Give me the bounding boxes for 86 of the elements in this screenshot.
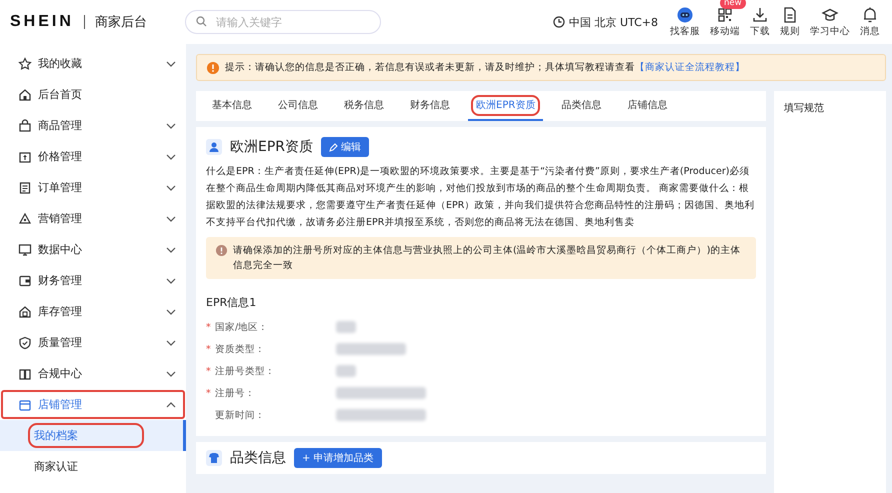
field-label: 注册号：	[215, 388, 256, 398]
required-mark: *	[206, 388, 212, 398]
store-icon	[18, 398, 32, 412]
notice-text: 提示：请确认您的信息是否正确，若信息有误或者未更新，请及时维护；具体填写教程请查看【商家认证全流程教程】	[225, 61, 745, 74]
sidebar-item[interactable]: 订单管理	[0, 172, 186, 203]
sidebar-item[interactable]: 价格管理	[0, 141, 186, 172]
tab[interactable]: 品类信息	[553, 91, 610, 121]
qr-code-icon	[716, 6, 734, 24]
sidebar-item[interactable]: 质量管理	[0, 327, 186, 358]
sidebar-subitem[interactable]: 我的档案	[0, 420, 186, 451]
bell-icon	[861, 6, 879, 24]
chevron-icon	[166, 60, 176, 66]
wallet-icon	[18, 274, 32, 288]
blurred-value	[336, 321, 356, 333]
tab[interactable]: 基本信息	[204, 91, 260, 121]
panel-title: 填写规范	[784, 103, 824, 114]
warning-icon	[207, 62, 219, 74]
bag-icon	[18, 118, 32, 132]
sidebar-item[interactable]: 店铺管理	[0, 389, 186, 420]
clock-icon	[552, 16, 565, 28]
sidebar-item[interactable]: 数据中心	[0, 234, 186, 265]
tab[interactable]: 欧洲EPR资质	[468, 91, 544, 121]
blurred-value	[336, 365, 356, 377]
field-label: 国家/地区：	[215, 322, 268, 332]
app-title: 商家后台	[94, 14, 148, 31]
sidebar-item[interactable]: 后台首页	[0, 79, 186, 110]
chevron-icon	[166, 278, 176, 284]
sidebar-item[interactable]: 库存管理	[0, 296, 186, 327]
field-label: 资质类型：	[215, 344, 266, 354]
logo[interactable]: SHEIN	[10, 13, 74, 31]
chevron-icon	[166, 246, 176, 252]
sidebar-item[interactable]: 财务管理	[0, 265, 186, 296]
home-icon	[18, 88, 32, 102]
chevron-icon	[166, 340, 176, 346]
sidebar-item[interactable]: 商品管理	[0, 110, 186, 141]
toolbar-button[interactable]: 找客服	[668, 6, 702, 38]
robot-icon	[676, 6, 694, 24]
chevron-icon	[166, 122, 176, 128]
sidebar-subitem[interactable]: 商家认证	[0, 451, 186, 482]
sidebar-item[interactable]: 合规中心	[0, 358, 186, 389]
required-mark: *	[206, 366, 212, 376]
toolbar-button[interactable]: 学习中心	[808, 6, 852, 38]
tutorial-link[interactable]: 【商家认证全流程教程】	[635, 62, 745, 73]
field-label: 更新时间：	[215, 410, 266, 420]
tab[interactable]: 店铺信息	[619, 91, 676, 121]
warning-text: 请确保添加的注册号所对应的主体信息与营业执照上的公司主体(温岭市大溪墨晗昌贸易商行（个体工商户）)的主体信息完全一致	[233, 244, 742, 273]
subsection-title: EPR信息1	[206, 295, 258, 310]
toolbar-button[interactable]: 消息	[858, 6, 882, 38]
search-field[interactable]: 请输入关键字	[184, 10, 381, 34]
chevron-icon	[166, 216, 176, 222]
chevron-icon	[166, 154, 176, 160]
tab[interactable]: 税务信息	[336, 91, 392, 121]
toolbar-button[interactable]: 移动端	[708, 6, 742, 38]
sidebar-item[interactable]: 我的收藏	[0, 48, 186, 79]
chevron-icon	[166, 308, 176, 314]
search-icon	[196, 16, 207, 27]
add-category-button[interactable]: + 申请增加品类	[294, 448, 382, 468]
download-icon	[751, 6, 769, 24]
new-badge: new	[720, 0, 746, 9]
warning-icon	[216, 245, 227, 256]
blurred-value	[336, 343, 406, 355]
required-mark: *	[206, 322, 212, 332]
book-icon	[18, 366, 32, 380]
sidebar-item[interactable]: 营销管理	[0, 203, 186, 234]
shield-icon	[18, 336, 32, 350]
chevron-icon	[166, 402, 176, 408]
tab[interactable]: 公司信息	[270, 91, 326, 121]
pencil-icon	[329, 142, 338, 152]
chevron-icon	[166, 184, 176, 190]
toolbar-button[interactable]: 规则	[778, 6, 802, 38]
tab[interactable]: 财务信息	[402, 91, 458, 121]
epr-description: 什么是EPR：生产者责任延伸(EPR)是一项欧盟的环境政策要求。主要是基于“污染者付费”原则，要求生产者(Producer)必须在整个商品生命周期内降低其商品对环境产生的影响，对他们投放到市场的商品的整个生命周期负责。 商家需要做什么：根据欧盟的法律法规要求，您需要遵守生产者责任延伸（EPR）政策，并向我们提供符合您商品特性的注册码；因德国、奥地利不支持平台代扣代缴，故请务必注册EPR并填报至系统，否则您的商品将无法在德国、奥地利售卖	[206, 165, 756, 230]
document-icon	[18, 180, 32, 194]
shirt-icon	[206, 450, 222, 466]
section-title: 品类信息	[230, 449, 286, 467]
toolbar-button[interactable]: 下载	[748, 6, 772, 38]
section-title: 欧洲EPR资质	[230, 138, 314, 156]
field-label: 注册号类型：	[215, 366, 276, 376]
star-icon	[18, 56, 32, 70]
edit-button[interactable]: 编辑	[321, 137, 370, 157]
monitor-icon	[18, 242, 32, 256]
house-icon	[18, 304, 32, 318]
triangle-icon	[18, 212, 32, 226]
required-mark: *	[206, 344, 212, 354]
timezone-label[interactable]: 中国 北京 UTC+8	[568, 14, 658, 30]
chevron-icon	[166, 370, 176, 376]
